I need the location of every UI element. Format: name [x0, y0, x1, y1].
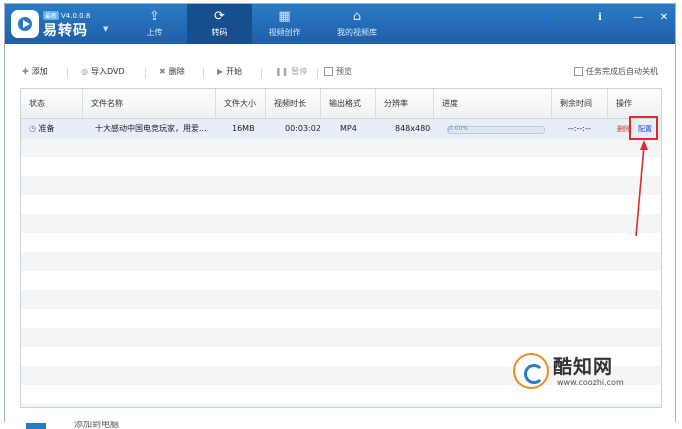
watermark: 酷知网 www.coozhi.com [513, 349, 653, 399]
watermark-name: 酷知网 [553, 356, 614, 378]
taskbar-icon [26, 423, 46, 429]
bottom-text: 添加到电脑 [74, 421, 120, 429]
watermark-logo-icon [513, 353, 549, 389]
watermark-url: www.coozhi.com [557, 378, 624, 387]
